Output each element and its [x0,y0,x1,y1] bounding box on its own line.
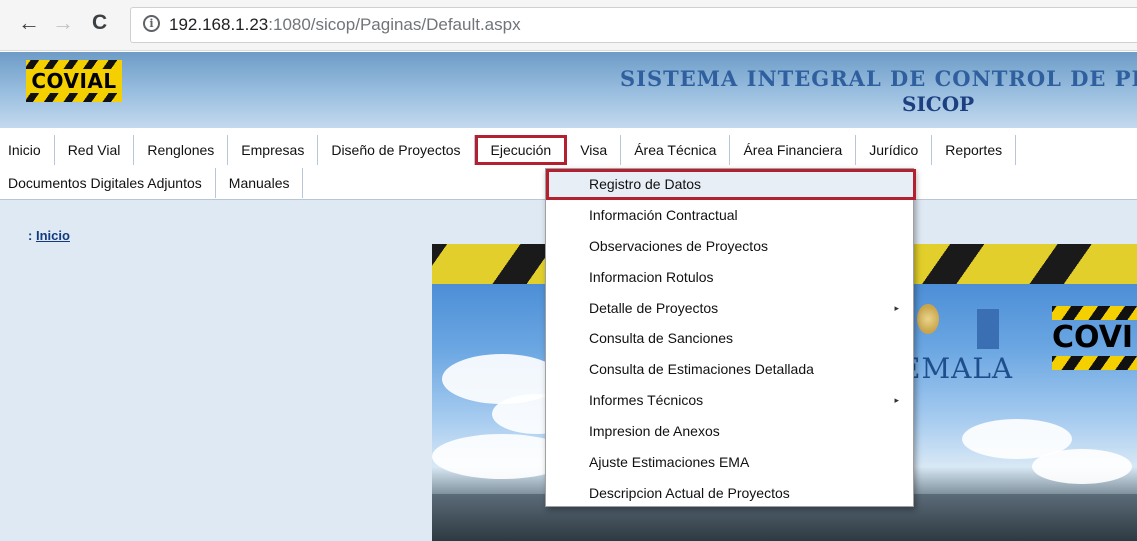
dropdown-item-label: Registro de Datos [589,176,702,192]
breadcrumb-prefix: : [28,228,33,243]
menu-item-red-vial[interactable]: Red Vial [54,135,135,165]
dropdown-item-label: Descripcion Actual de Proyectos [589,484,790,501]
seal-icon [917,304,939,334]
dropdown-item-registro-de-datos[interactable]: Registro de Datos [546,169,916,200]
covial-logo: COVIAL [26,60,122,102]
menu-item-diseno-de-proyectos[interactable]: Diseño de Proyectos [318,135,475,165]
menu-item-documentos-digitales-adjuntos[interactable]: Documentos Digitales Adjuntos [0,168,216,198]
dropdown-item-impresion-de-anexos[interactable]: Impresion de Anexos [546,416,913,447]
dropdown-item-informacion-contractual[interactable]: Información Contractual [546,200,913,231]
dropdown-item-informes-tecnicos[interactable]: Informes Técnicos ▸ [546,385,913,416]
submenu-arrow-icon: ▸ [894,302,899,313]
dropdown-item-label: Consulta de Sanciones [589,330,733,347]
back-arrow-icon[interactable]: ← [18,10,40,36]
address-bar[interactable]: i 192.168.1.23:1080/sicop/Paginas/Defaul… [130,7,1137,43]
dropdown-item-informacion-rotulos[interactable]: Informacion Rotulos [546,262,913,293]
system-title: SISTEMA INTEGRAL DE CONTROL DE PR [620,66,1137,91]
flag-icon [977,309,999,349]
hero-covial-logo: COVI [1052,306,1137,381]
dropdown-item-label: Impresion de Anexos [589,423,720,440]
hero-country-text: EMALA [900,352,1014,385]
url-host: 192.168.1.23 [169,15,269,34]
url-text[interactable]: 192.168.1.23:1080/sicop/Paginas/Default.… [169,15,521,35]
system-acronym: SICOP [902,92,975,116]
reload-icon[interactable]: C [92,10,107,36]
menu-item-ejecucion[interactable]: Ejecución [474,135,568,165]
app-banner: COVIAL SISTEMA INTEGRAL DE CONTROL DE PR… [0,52,1137,128]
dropdown-item-consulta-de-sanciones[interactable]: Consulta de Sanciones [546,323,913,354]
dropdown-item-consulta-de-estimaciones-detallada[interactable]: Consulta de Estimaciones Detallada [546,354,913,385]
breadcrumb-link-inicio[interactable]: Inicio [36,228,70,243]
menu-item-renglones[interactable]: Renglones [134,135,229,165]
dropdown-item-observaciones-de-proyectos[interactable]: Observaciones de Proyectos [546,231,913,262]
dropdown-item-ajuste-estimaciones-ema[interactable]: Ajuste Estimaciones EMA [546,447,913,478]
main-menu-row-1: Inicio Red Vial Renglones Empresas Diseño de… [0,135,1017,165]
submenu-arrow-icon: ▸ [894,395,899,406]
menu-item-area-financiera[interactable]: Área Financiera [730,135,857,165]
dropdown-item-label: Informacion Rotulos [589,268,714,285]
hero-logo-text: COVI [1052,320,1134,355]
ejecucion-dropdown-menu: Registro de Datos Información Contractual… [545,168,916,509]
logo-text: COVIAL [26,69,122,93]
main-menu-row-2: Documentos Digitales Adjuntos Manuales [0,168,304,198]
dropdown-item-label: Consulta de Estimaciones Detallada [589,361,814,378]
browser-toolbar: ← → C i 192.168.1.23:1080/sicop/Paginas/… [0,0,1137,51]
forward-arrow-icon[interactable]: → [52,10,74,36]
dropdown-item-descripcion-actual-de-proyectos[interactable]: Descripcion Actual de Proyectos [546,478,913,509]
info-icon[interactable]: i [143,15,160,32]
dropdown-item-detalle-de-proyectos[interactable]: Detalle de Proyectos ▸ [546,293,913,324]
menu-item-inicio[interactable]: Inicio [0,135,55,165]
dropdown-item-label: Información Contractual [589,206,738,223]
menu-item-empresas[interactable]: Empresas [228,135,319,165]
dropdown-item-label: Observaciones de Proyectos [589,237,768,254]
menu-item-visa[interactable]: Visa [567,135,622,165]
menu-item-reportes[interactable]: Reportes [932,135,1017,165]
menu-item-area-tecnica[interactable]: Área Técnica [621,135,731,165]
menu-item-manuales[interactable]: Manuales [215,168,304,198]
dropdown-item-label: Detalle de Proyectos [589,299,719,316]
breadcrumb: : Inicio [28,228,70,243]
dropdown-item-label: Ajuste Estimaciones EMA [589,454,750,471]
dropdown-item-label: Informes Técnicos [589,392,704,409]
menu-item-juridico[interactable]: Jurídico [856,135,933,165]
url-path: :1080/sicop/Paginas/Default.aspx [268,15,521,34]
